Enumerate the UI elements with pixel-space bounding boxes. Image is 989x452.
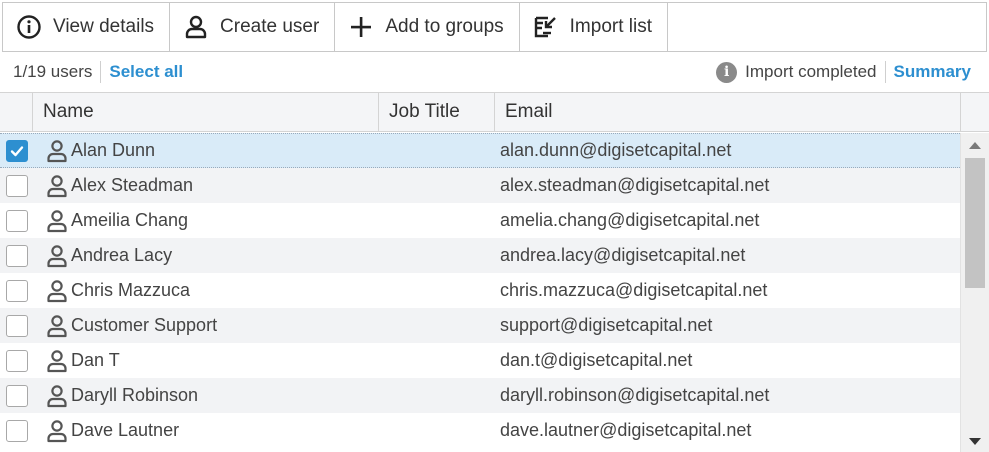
user-email: daryll.robinson@digisetcapital.net [500, 385, 770, 405]
user-name: Dave Lautner [71, 420, 180, 440]
grid-rows: Alan Dunn alan.dunn@digisetcapital.net Ale… [0, 133, 960, 448]
user-name: Customer Support [71, 315, 218, 335]
import-status: i Import completed Summary [716, 61, 971, 83]
user-email: dave.lautner@digisetcapital.net [500, 420, 752, 440]
user-icon [45, 279, 69, 303]
column-header-name[interactable]: Name [33, 93, 379, 131]
header-select-column [0, 93, 33, 131]
table-row[interactable]: Chris Mazzuca chris.mazzuca@digisetcapita… [0, 273, 960, 308]
row-checkbox[interactable] [6, 244, 28, 267]
import-status-text: Import completed [745, 61, 886, 83]
info-circle-icon [15, 13, 43, 41]
toolbar: View details Create user Add to groups I… [2, 2, 987, 52]
user-count: 1/19 users [13, 61, 102, 83]
grid-header: Name Job Title Email [0, 93, 960, 132]
user-icon [182, 13, 210, 41]
user-email: andrea.lacy@digisetcapital.net [500, 245, 746, 265]
user-name: Ameilia Chang [71, 210, 189, 230]
user-name: Alan Dunn [71, 140, 156, 160]
user-name: Dan T [71, 350, 120, 370]
user-email: amelia.chang@digisetcapital.net [500, 210, 760, 230]
import-icon [532, 13, 560, 41]
table-row[interactable]: Daryll Robinson daryll.robinson@digisetca… [0, 378, 960, 413]
view-details-label: View details [53, 16, 155, 37]
column-header-job-title[interactable]: Job Title [379, 93, 495, 131]
user-grid: Name Job Title Email Alan Dunn alan.dunn@… [0, 92, 989, 452]
table-row[interactable]: Customer Support support@digisetcapital.n… [0, 308, 960, 343]
user-icon [45, 419, 69, 443]
row-checkbox[interactable] [6, 139, 28, 162]
user-email: alex.steadman@digisetcapital.net [500, 175, 770, 195]
user-icon [45, 349, 69, 373]
view-details-button[interactable]: View details [3, 3, 171, 51]
select-all-link[interactable]: Select all [109, 62, 183, 82]
row-checkbox[interactable] [6, 209, 28, 232]
table-row[interactable]: Ameilia Chang amelia.chang@digisetcapital… [0, 203, 960, 238]
row-checkbox[interactable] [6, 419, 28, 442]
user-email: alan.dunn@digisetcapital.net [500, 140, 732, 160]
create-user-label: Create user [220, 16, 320, 37]
summary-link[interactable]: Summary [894, 62, 971, 82]
add-to-groups-label: Add to groups [385, 16, 504, 37]
row-checkbox[interactable] [6, 349, 28, 372]
scroll-down-icon[interactable] [969, 438, 981, 445]
scroll-up-icon[interactable] [969, 142, 981, 149]
add-to-groups-button[interactable]: Add to groups [335, 3, 520, 51]
scrollbar-thumb[interactable] [965, 158, 985, 288]
info-bar: 1/19 users Select all i Import completed… [0, 52, 989, 92]
plus-icon [347, 13, 375, 41]
row-checkbox[interactable] [6, 174, 28, 197]
info-icon: i [716, 61, 738, 83]
import-list-label: Import list [569, 16, 652, 37]
row-checkbox[interactable] [6, 279, 28, 302]
user-icon [45, 174, 69, 198]
user-name: Alex Steadman [71, 175, 194, 195]
user-icon [45, 209, 69, 233]
user-icon [45, 244, 69, 268]
vertical-scrollbar[interactable] [960, 133, 989, 452]
user-email: chris.mazzuca@digisetcapital.net [500, 280, 768, 300]
user-name: Chris Mazzuca [71, 280, 191, 300]
table-row[interactable]: Alex Steadman alex.steadman@digisetcapita… [0, 168, 960, 203]
user-icon [45, 139, 69, 163]
import-list-button[interactable]: Import list [520, 3, 668, 51]
user-name: Daryll Robinson [71, 385, 199, 405]
user-email: support@digisetcapital.net [500, 315, 713, 335]
table-row[interactable]: Andrea Lacy andrea.lacy@digisetcapital.ne… [0, 238, 960, 273]
header-corner [960, 93, 989, 132]
row-checkbox[interactable] [6, 314, 28, 337]
row-checkbox[interactable] [6, 384, 28, 407]
column-header-email[interactable]: Email [495, 93, 960, 131]
table-row[interactable]: Alan Dunn alan.dunn@digisetcapital.net [0, 133, 960, 168]
create-user-button[interactable]: Create user [170, 3, 336, 51]
user-icon [45, 384, 69, 408]
user-email: dan.t@digisetcapital.net [500, 350, 693, 370]
table-row[interactable]: Dave Lautner dave.lautner@digisetcapital.… [0, 413, 960, 448]
table-row[interactable]: Dan T dan.t@digisetcapital.net [0, 343, 960, 378]
user-name: Andrea Lacy [71, 245, 173, 265]
user-icon [45, 314, 69, 338]
